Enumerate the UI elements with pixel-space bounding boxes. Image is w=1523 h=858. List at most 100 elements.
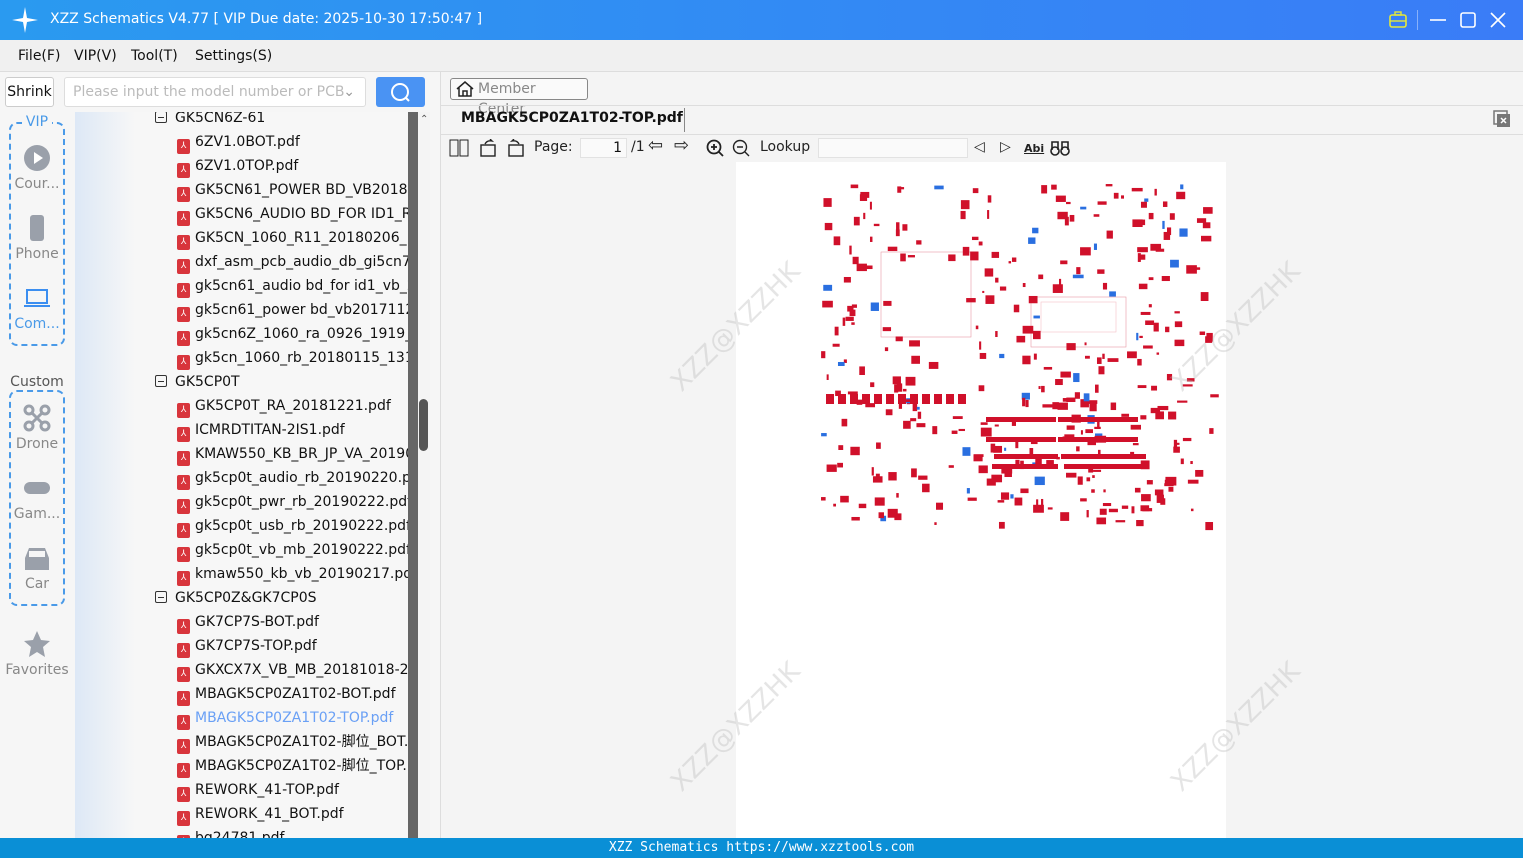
pcb-component [1210,394,1219,398]
tree-file[interactable]: ⅄ GK5CN61_POWER BD_VB201801 [177,178,408,202]
shrink-button[interactable]: Shrink [5,77,54,107]
tree-file[interactable]: ⅄ REWORK_41_BOT.pdf [177,802,344,826]
pcb-component [1102,353,1105,359]
tree-folder[interactable]: GK5CN6Z-61 [155,112,265,130]
tree-file[interactable]: ⅄ gk5cn6Z_1060_ra_0926_1919_fo [177,322,408,346]
rail-item-course[interactable]: Cour... [0,144,74,192]
rotate-right-icon[interactable] [505,139,525,157]
menu-settings[interactable]: Settings(S) [195,48,272,64]
tree-file[interactable]: ⅄ GK5CN6_AUDIO BD_FOR ID1_RA [177,202,408,226]
pcb-component [900,187,905,190]
member-center-button[interactable]: Member Center [450,78,588,117]
pcb-component [1098,366,1105,375]
tree-scroll-track[interactable] [408,112,418,838]
tree-file[interactable]: ⅄ GKXCX7X_VB_MB_20181018-230 [177,658,408,682]
pcb-component [876,442,881,449]
collapse-icon[interactable] [155,112,167,123]
pcb-component [962,246,970,256]
page-number-input[interactable]: 1 [580,138,627,158]
menu-tool[interactable]: Tool(T) [131,48,178,64]
tree-file[interactable]: ⅄ GK5CN_1060_R11_20180206_165 [177,226,408,250]
tree-file[interactable]: ⅄ gk5cn61_audio bd_for id1_vb_2 [177,274,408,298]
tree-file[interactable]: ⅄ gk5cp0t_audio_rb_20190220.pd [177,466,408,490]
tree-file[interactable]: ⅄ gk5cn_1060_rb_20180115_1312. [177,346,408,370]
rotate-left-icon[interactable] [479,139,499,157]
tree-file[interactable]: ⅄ MBAGK5CP0ZA1T02-脚位_BOT.p [177,730,408,754]
maximize-button[interactable] [1456,8,1480,32]
prev-page-icon[interactable]: ⇦ [648,135,663,156]
tree-file[interactable]: ⅄ GK7CP7S-BOT.pdf [177,610,319,634]
scrollbar-thumb[interactable] [419,399,428,451]
tree-file[interactable]: ⅄ 6ZV1.0BOT.pdf [177,130,300,154]
pcb-component [1187,479,1199,484]
tree-file[interactable]: ⅄ MBAGK5CP0ZA1T02-TOP.pdf [177,706,393,730]
tree-file[interactable]: ⅄ 6ZV1.0TOP.pdf [177,154,298,178]
pcb-component [1201,235,1212,242]
tree-file[interactable]: ⅄ KMAW550_KB_BR_JP_VA_20190 [177,442,408,466]
pcb-component [869,236,873,242]
pcb-component [885,409,893,416]
tree-folder[interactable]: GK5CP0T [155,370,240,394]
pcb-component [1022,283,1026,288]
tree-file[interactable]: ⅄ MBAGK5CP0ZA1T02-BOT.pdf [177,682,396,706]
close-button[interactable] [1486,8,1510,32]
next-page-icon[interactable]: ⇨ [674,135,689,156]
briefcase-icon[interactable] [1386,8,1410,32]
rail-item-computer[interactable]: Com... [0,284,74,332]
lookup-input[interactable] [818,138,968,158]
close-tab-icon[interactable] [1493,110,1511,128]
rail-item-drone[interactable]: Drone [0,404,74,452]
pcb-component [1041,185,1048,194]
tree-file[interactable]: ⅄ gk5cn61_power bd_vb20171120 [177,298,408,322]
pcb-component [1016,335,1026,343]
collapse-icon[interactable] [155,591,167,603]
tree-file[interactable]: ⅄ kmaw550_kb_vb_20190217.pdf [177,562,408,586]
tree-file[interactable]: ⅄ gk5cp0t_pwr_rb_20190222.pdf [177,490,408,514]
pcb-component [1137,358,1142,366]
gamepad-icon [24,482,50,494]
pcb-component [1180,184,1184,190]
minimize-button[interactable] [1426,8,1450,32]
tree-file[interactable]: ⅄ dxf_asm_pcb_audio_db_gi5cn7x [177,250,408,274]
find-prev-icon[interactable]: ◁ [974,139,985,155]
tree-file[interactable]: ⅄ ICMRDTITAN-2IS1.pdf [177,418,345,442]
rail-item-car[interactable]: Car [0,544,74,592]
model-search-input[interactable]: Please input the model number or PCB ⌄ [64,77,366,107]
tree-file[interactable]: ⅄ REWORK_41-TOP.pdf [177,778,339,802]
tree-folder[interactable]: GK5CP0Z&GK7CP0S [155,586,317,610]
pcb-component [1097,269,1105,274]
zoom-out-icon[interactable] [732,139,750,157]
zoom-in-icon[interactable] [706,139,724,157]
scroll-up-icon[interactable]: ⌃ [420,114,428,125]
tree-file[interactable]: ⅄ MBAGK5CP0ZA1T02-脚位_TOP.p [177,754,408,778]
pcb-component [1022,355,1031,365]
tree-file[interactable]: ⅄ gk5cp0t_usb_rb_20190222.pdf [177,514,408,538]
menu-file[interactable]: File(F) [18,48,60,64]
rail-item-game[interactable]: Gam... [0,474,74,522]
tree-file[interactable]: ⅄bq24781.pdf [177,826,284,838]
tree-file[interactable]: ⅄ GK5CP0T_RA_20181221.pdf [177,394,391,418]
pdf-page[interactable] [736,162,1226,838]
rail-item-favorites[interactable]: Favorites [0,630,74,678]
two-page-icon[interactable] [449,139,469,157]
pcb-component [986,478,996,486]
rail-item-phone[interactable]: Phone [0,214,74,262]
pcb-component [900,253,906,262]
tree-file[interactable]: ⅄ gk5cp0t_vb_mb_20190222.pdf [177,538,408,562]
menu-vip[interactable]: VIP(V) [74,48,117,64]
match-case-button[interactable]: Abi [1024,142,1044,155]
tree-file[interactable]: ⅄ GK7CP7S-TOP.pdf [177,634,317,658]
binoculars-icon[interactable] [1050,139,1070,157]
pcb-component [1055,379,1063,386]
search-button[interactable] [376,77,425,107]
scrollbar[interactable]: ⌃ [418,112,430,838]
pcb-component [979,341,982,350]
pcb-component [847,305,854,312]
chevron-down-icon[interactable]: ⌄ [343,78,355,106]
find-next-icon[interactable]: ▷ [1000,139,1011,155]
tab-document[interactable]: MBAGK5CP0ZA1T02-TOP.pdf [461,110,683,126]
collapse-icon[interactable] [155,375,167,387]
pcb-component [1038,386,1041,390]
pcb-component [842,317,846,326]
pcb-component [821,351,826,359]
